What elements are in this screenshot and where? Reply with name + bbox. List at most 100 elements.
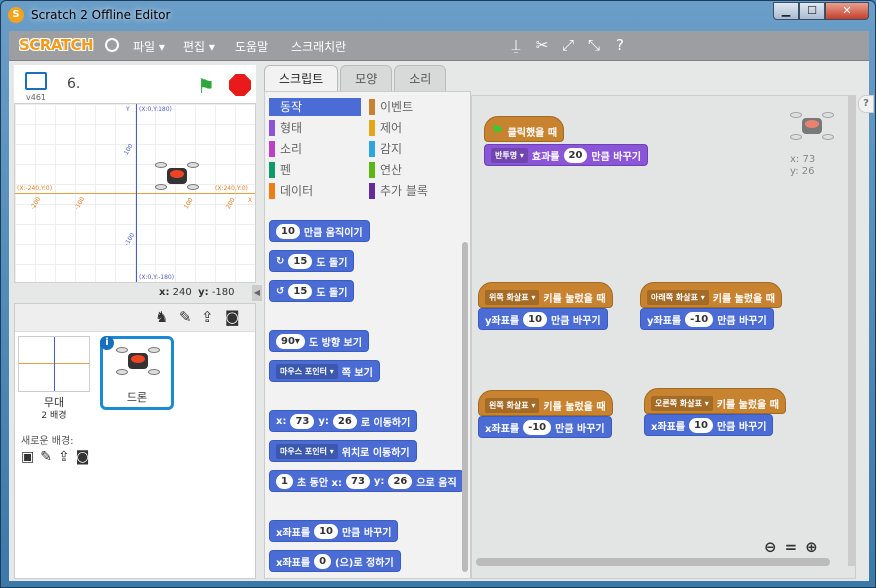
help-tab-icon[interactable]: ?	[858, 95, 874, 113]
backdrop-count: 2 배경	[41, 411, 67, 421]
camera-icon[interactable]: ◙	[225, 308, 240, 326]
palette-blocks: 10 만큼 움직이기 ↻ 15 도 돌기 ↺ 15 도 돌기 90▾ 도 방향 보기 마우스…	[265, 212, 463, 578]
category-data[interactable]: 데이터	[269, 182, 361, 200]
stage-header: v461 6. ⚑	[14, 65, 256, 103]
top-coord-label: (X:0,Y:180)	[139, 106, 172, 113]
editor-client: v461 6. ⚑ Y (X:0,Y:180) (X:0,Y:-180) (X:…	[9, 61, 874, 581]
category-events[interactable]: 이벤트	[369, 98, 461, 116]
close-button[interactable]: ✕	[825, 2, 869, 20]
app-window: S Scratch 2 Offline Editor ▁ ☐ ✕ SCRATCH…	[0, 0, 876, 588]
drone-sprite[interactable]	[155, 160, 199, 194]
when-flag-clicked-hat[interactable]: ⚑ 클릭했을 때	[484, 116, 565, 142]
window-title: Scratch 2 Offline Editor	[31, 8, 171, 22]
category-operators[interactable]: 연산	[369, 161, 461, 179]
scratch-logo[interactable]: SCRATCH	[19, 36, 94, 54]
maximize-button[interactable]: ☐	[799, 2, 825, 20]
change-effect-block[interactable]: 반투명 ▾ 효과를 20 만큼 바꾸기	[484, 144, 648, 166]
tab-costumes[interactable]: 모양	[340, 65, 393, 91]
backdrop-upload-icon[interactable]: ⇪	[58, 449, 70, 465]
key-down-hat[interactable]: 아래쪽 화살표 ▾ 키를 눌렀을 때	[640, 282, 782, 308]
tab-scripts[interactable]: 스크립트	[264, 65, 339, 91]
category-sound[interactable]: 소리	[269, 140, 361, 158]
backdrop-camera-icon[interactable]: ◙	[76, 449, 90, 465]
sprite-position: x: 73 y: 26	[790, 154, 815, 178]
category-motion[interactable]: 동작	[269, 98, 361, 116]
category-sensing[interactable]: 감지	[369, 140, 461, 158]
category-pen[interactable]: 펜	[269, 161, 361, 179]
turn-right-icon: ↻	[276, 255, 285, 267]
sprite-x: x: 73	[790, 154, 816, 165]
scripts-area[interactable]: ⚑ 클릭했을 때 반투명 ▾ 효과를 20 만큼 바꾸기 위쪽 화살표 ▾ 키를 눌렀을 …	[471, 95, 856, 579]
green-flag-icon[interactable]: ⚑	[197, 74, 219, 98]
choose-sprite-icon[interactable]: ♞	[155, 308, 168, 326]
editor-tabs: 스크립트 모양 소리	[264, 65, 448, 91]
y-axis	[136, 104, 137, 282]
fullscreen-icon[interactable]	[25, 72, 47, 90]
block-turn-right[interactable]: ↻ 15 도 돌기	[269, 250, 355, 272]
project-name[interactable]: 6.	[67, 76, 80, 92]
sprite-pane: ♞ ✎ ⇪ ◙ 무대 2 배경 새로운 배경: ▣ ✎ ⇪ ◙ i 드론	[14, 303, 256, 579]
current-sprite-preview	[790, 110, 834, 144]
category-more-blocks[interactable]: 추가 블록	[369, 182, 461, 200]
change-y-down-block[interactable]: y좌표를 -10 만큼 바꾸기	[640, 308, 774, 330]
block-set-x[interactable]: x좌표를 0 (으)로 정하기	[269, 550, 401, 572]
version-label: v461	[26, 93, 47, 102]
zoom-in-icon[interactable]: ⊕	[805, 538, 818, 556]
mouse-y-value: -180	[211, 287, 235, 298]
tab-sounds[interactable]: 소리	[394, 65, 447, 91]
block-point-direction[interactable]: 90▾ 도 방향 보기	[269, 330, 369, 352]
key-right-hat[interactable]: 오른쪽 화살표 ▾ 키를 눌렀을 때	[644, 388, 786, 414]
menu-about[interactable]: 스크래치란	[291, 38, 346, 55]
block-help-icon[interactable]: ?	[611, 36, 629, 54]
minimize-button[interactable]: ▁	[773, 2, 799, 20]
collapse-stage-handle[interactable]: ◀	[252, 285, 262, 301]
stage-thumbnail[interactable]	[18, 336, 90, 392]
key-left-hat[interactable]: 왼쪽 화살표 ▾ 키를 눌렀을 때	[478, 390, 613, 416]
drone-thumbnail	[116, 345, 160, 379]
paint-brush-icon[interactable]: ✎	[179, 308, 192, 326]
menu-file[interactable]: 파일 ▾	[133, 38, 165, 55]
duplicate-stamp-icon[interactable]: ⍊	[507, 36, 525, 54]
sprite-name: 드론	[126, 391, 148, 404]
scripts-hscrollbar[interactable]	[476, 558, 830, 566]
scratch-cat-icon: S	[8, 7, 24, 23]
grow-icon[interactable]: ⤢	[559, 36, 577, 54]
block-change-x[interactable]: x좌표를 10 만큼 바꾸기	[269, 520, 399, 542]
block-go-to-xy[interactable]: x: 73 y: 26 로 이동하기	[269, 410, 418, 432]
scripts-vscrollbar[interactable]	[848, 96, 856, 566]
palette-scrollbar[interactable]	[462, 242, 468, 572]
stop-sign-icon[interactable]	[229, 74, 251, 96]
menu-bar: SCRATCH 파일 ▾ 편집 ▾ 도움말 스크래치란 ⍊ ✂ ⤢ ⤡ ?	[9, 31, 869, 61]
delete-scissors-icon[interactable]: ✂	[533, 36, 551, 54]
upload-icon[interactable]: ⇪	[201, 308, 214, 326]
shrink-icon[interactable]: ⤡	[585, 36, 603, 54]
change-x-left-block[interactable]: x좌표를 -10 만큼 바꾸기	[478, 416, 612, 438]
backdrop-library-icon[interactable]: ▣	[21, 449, 34, 465]
change-x-right-block[interactable]: x좌표를 10 만큼 바꾸기	[644, 414, 774, 436]
sprite-card-drone[interactable]: i 드론	[100, 336, 174, 410]
block-go-to[interactable]: 마우스 포인터 ▾ 위치로 이동하기	[269, 440, 417, 462]
x-axis	[15, 193, 255, 194]
block-point-towards[interactable]: 마우스 포인터 ▾ 쪽 보기	[269, 360, 380, 382]
info-icon[interactable]: i	[100, 336, 114, 350]
key-up-hat[interactable]: 위쪽 화살표 ▾ 키를 눌렀을 때	[478, 282, 613, 308]
mouse-coords: x: 240 y: -180	[159, 287, 235, 298]
block-glide[interactable]: 1초 동안 x: 73 y: 26 으로 움직	[269, 470, 463, 492]
change-y-up-block[interactable]: y좌표를 10 만큼 바꾸기	[478, 308, 608, 330]
language-globe-icon[interactable]	[105, 38, 119, 52]
block-move-steps[interactable]: 10 만큼 움직이기	[269, 220, 370, 242]
menu-help[interactable]: 도움말	[235, 38, 268, 55]
green-flag-icon: ⚑	[491, 123, 504, 139]
backdrop-paint-icon[interactable]: ✎	[40, 449, 52, 465]
category-control[interactable]: 제어	[369, 119, 461, 137]
title-bar: S Scratch 2 Offline Editor ▁ ☐ ✕	[1, 1, 875, 31]
stage-canvas[interactable]: Y (X:0,Y:180) (X:0,Y:-180) (X:-240,Y:0) …	[14, 103, 256, 283]
category-looks[interactable]: 형태	[269, 119, 361, 137]
menu-edit[interactable]: 편집 ▾	[183, 38, 215, 55]
left-coord-label: (X:-240,Y:0)	[17, 185, 53, 192]
zoom-reset-icon[interactable]: =	[785, 538, 798, 556]
block-turn-left[interactable]: ↺ 15 도 돌기	[269, 280, 355, 302]
zoom-out-icon[interactable]: ⊖	[764, 538, 777, 556]
new-backdrop-label: 새로운 배경:	[21, 436, 74, 447]
y-axis-label: Y	[126, 106, 130, 113]
